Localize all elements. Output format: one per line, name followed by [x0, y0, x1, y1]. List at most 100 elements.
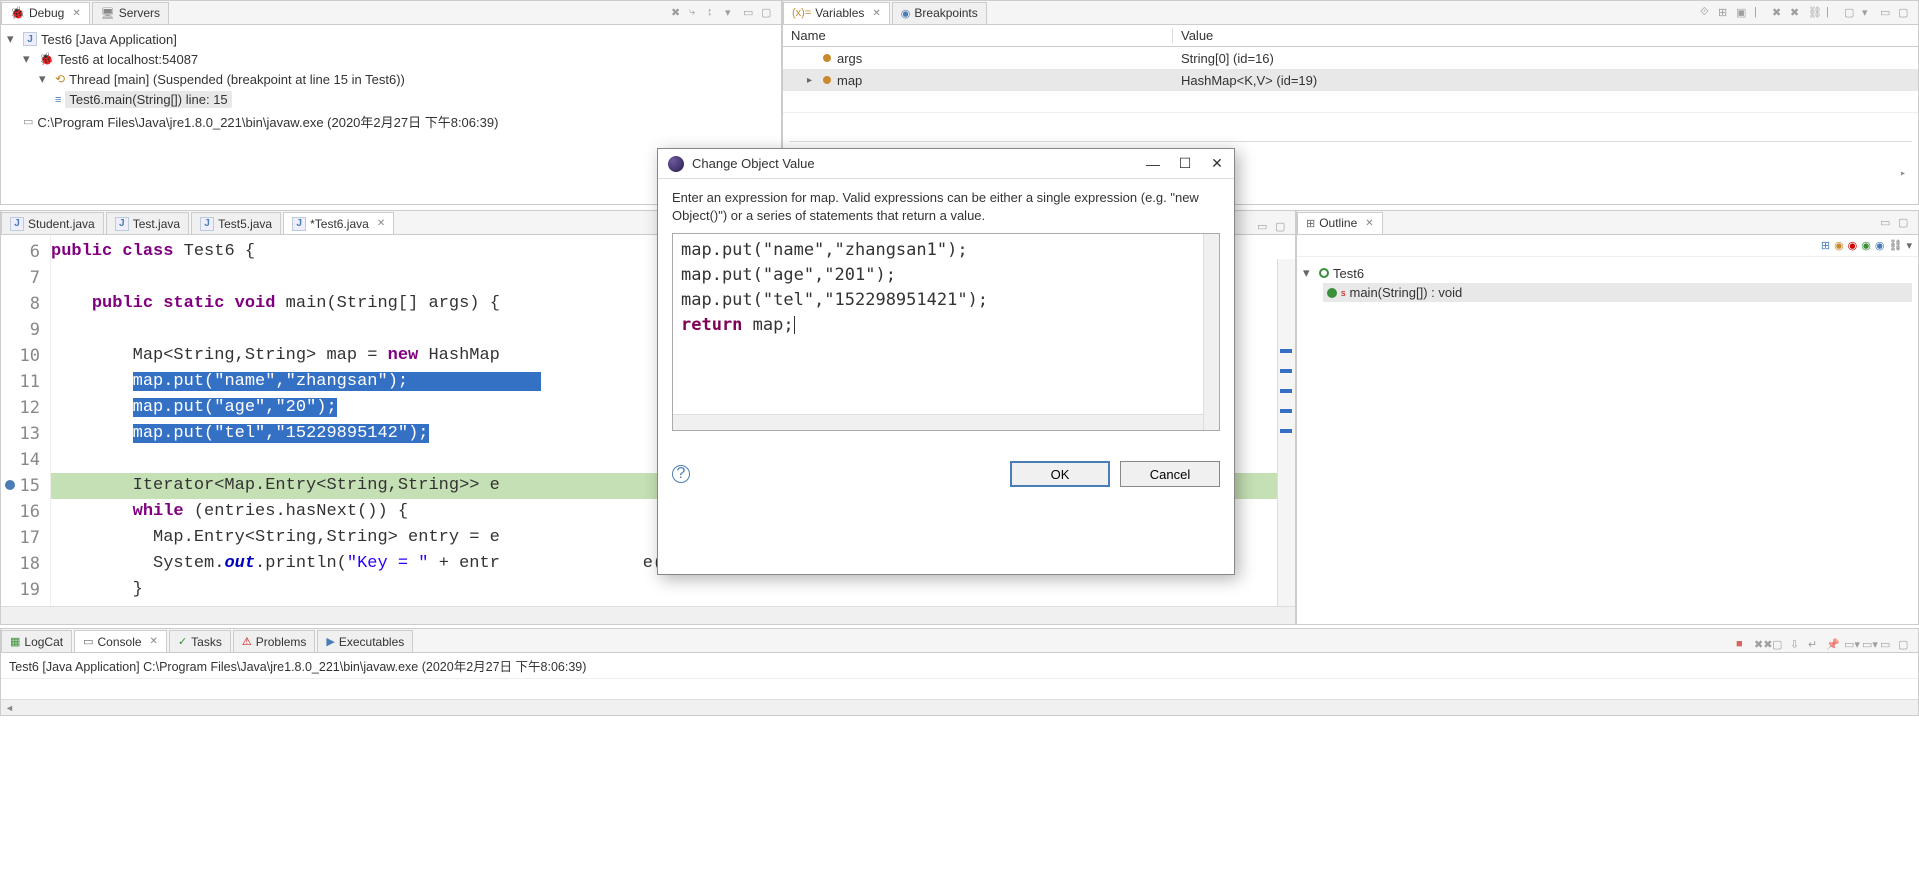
ruler-mark[interactable] — [1280, 389, 1292, 393]
maximize-icon[interactable]: ▢ — [1898, 638, 1912, 652]
close-icon[interactable]: ✕ — [872, 8, 880, 19]
minimize-icon[interactable]: ▭ — [1880, 216, 1894, 230]
menu-icon[interactable]: ▾ — [1862, 6, 1876, 20]
tab-logcat[interactable]: ▦LogCat — [1, 630, 72, 652]
open-console-icon[interactable]: ▭▾ — [1862, 638, 1876, 652]
maximize-icon[interactable]: ▢ — [761, 6, 775, 20]
breakpoint-marker[interactable]: 15 — [1, 473, 40, 499]
outline-panel: ⊞ Outline ✕ ▭ ▢ ⊞ ◉ ◉ ◉ ◉ ⛓ ▾ ▾ Test6 s … — [1296, 210, 1919, 625]
vars-row-map[interactable]: ▸ map HashMap<K,V> (id=19) — [783, 69, 1918, 91]
link-icon[interactable]: ⛓ — [1808, 6, 1822, 20]
vertical-scrollbar[interactable] — [1203, 234, 1219, 430]
maximize-icon[interactable]: ▢ — [1898, 216, 1912, 230]
filter-icon[interactable]: ↕ — [707, 6, 721, 20]
menu-icon[interactable]: ▾ — [725, 6, 739, 20]
add-icon[interactable]: ✖ — [1772, 6, 1786, 20]
chevron-down-icon[interactable]: ▾ — [39, 71, 51, 87]
remove-terminated-icon[interactable]: ✖ — [671, 6, 685, 20]
chevron-down-icon[interactable]: ▾ — [7, 31, 19, 47]
close-icon[interactable]: ✕ — [377, 218, 385, 229]
console-scrollbar[interactable] — [1, 699, 1918, 715]
tab-console[interactable]: ▭Console✕ — [74, 630, 167, 652]
debug-thread-row[interactable]: ▾ ⟲ Thread [main] (Suspended (breakpoint… — [7, 69, 775, 89]
close-icon[interactable]: ✕ — [1365, 218, 1373, 229]
minimize-icon[interactable]: ▭ — [1880, 6, 1894, 20]
minimize-icon[interactable]: ▭ — [743, 6, 757, 20]
debug-stack-row[interactable]: ≡ Test6.main(String[]) line: 15 — [7, 89, 775, 110]
new-icon[interactable]: ▢ — [1844, 6, 1858, 20]
outline-method[interactable]: s main(String[]) : void — [1323, 283, 1912, 302]
col-name[interactable]: Name — [783, 28, 1173, 43]
chevron-down-icon[interactable]: ▾ — [23, 51, 35, 67]
scroll-hint-icon[interactable]: ▸ — [1900, 168, 1906, 179]
tab-tasks[interactable]: ✓Tasks — [169, 630, 231, 652]
debug-process-label: C:\Program Files\Java\jre1.8.0_221\bin\j… — [37, 112, 498, 131]
dialog-titlebar[interactable]: Change Object Value ― ☐ ✕ — [658, 149, 1234, 179]
overview-ruler[interactable] — [1277, 259, 1295, 606]
scroll-lock-icon[interactable]: ⇩ — [1790, 638, 1804, 652]
link-icon[interactable]: ⛓ — [1889, 239, 1903, 252]
help-button[interactable]: ? — [672, 465, 690, 483]
sort-icon[interactable]: ⊞ — [1821, 239, 1830, 252]
tab-test-java[interactable]: JTest.java — [106, 212, 189, 234]
debug-launch-row[interactable]: ▾ J Test6 [Java Application] — [7, 29, 775, 49]
tab-test6-java[interactable]: J*Test6.java✕ — [283, 212, 394, 234]
tab-label: Executables — [339, 635, 404, 649]
collapse-icon[interactable]: ▣ — [1736, 6, 1750, 20]
tab-student-java[interactable]: JStudent.java — [1, 212, 104, 234]
terminate-icon[interactable]: ■ — [1736, 638, 1750, 652]
outline-tree[interactable]: ▾ Test6 s main(String[]) : void — [1297, 257, 1918, 308]
debug-target-row[interactable]: ▾ 🐞 Test6 at localhost:54087 — [7, 49, 775, 69]
hide-fields-icon[interactable]: ◉ — [1834, 239, 1844, 252]
ruler-mark[interactable] — [1280, 349, 1292, 353]
chevron-down-icon[interactable]: ▾ — [1303, 265, 1315, 281]
logical-icon[interactable]: ⊞ — [1718, 6, 1732, 20]
clear-icon[interactable]: ▢ — [1772, 638, 1786, 652]
minimize-button[interactable]: ― — [1146, 157, 1160, 171]
ruler-mark[interactable] — [1280, 409, 1292, 413]
close-icon[interactable]: ✕ — [72, 8, 80, 19]
tab-outline[interactable]: ⊞ Outline ✕ — [1297, 212, 1383, 234]
vars-row-args[interactable]: args String[0] (id=16) — [783, 47, 1918, 69]
tab-label: LogCat — [24, 635, 63, 649]
maximize-button[interactable]: ☐ — [1178, 157, 1192, 171]
expression-content[interactable]: map.put("name","zhangsan1"); map.put("ag… — [673, 234, 1219, 342]
col-value[interactable]: Value — [1173, 28, 1918, 43]
tab-problems[interactable]: ⚠Problems — [233, 630, 316, 652]
display-icon[interactable]: ▭▾ — [1844, 638, 1858, 652]
maximize-icon[interactable]: ▢ — [1275, 220, 1289, 234]
maximize-icon[interactable]: ▢ — [1898, 6, 1912, 20]
horizontal-scrollbar[interactable] — [1, 606, 1295, 624]
tab-breakpoints[interactable]: ◉ Breakpoints — [892, 2, 987, 24]
ruler-mark[interactable] — [1280, 429, 1292, 433]
hide-static-icon[interactable]: ◉ — [1848, 239, 1858, 252]
remove-icon[interactable]: ✖ — [1790, 6, 1804, 20]
word-wrap-icon[interactable]: ↵ — [1808, 638, 1822, 652]
tab-servers[interactable]: 🖥 Servers — [92, 2, 169, 24]
expression-textarea[interactable]: map.put("name","zhangsan1"); map.put("ag… — [672, 233, 1220, 431]
console-body[interactable] — [1, 679, 1918, 699]
tab-executables[interactable]: ▶Executables — [317, 630, 413, 652]
type-icon[interactable]: ⟐ — [1700, 6, 1714, 20]
menu-icon[interactable]: ▾ — [1906, 239, 1912, 252]
horizontal-scrollbar[interactable] — [673, 414, 1203, 430]
minimize-icon[interactable]: ▭ — [1257, 220, 1271, 234]
hide-local-icon[interactable]: ◉ — [1875, 239, 1885, 252]
outline-class[interactable]: ▾ Test6 — [1303, 263, 1912, 283]
hide-nonpublic-icon[interactable]: ◉ — [1861, 239, 1871, 252]
ruler-mark[interactable] — [1280, 369, 1292, 373]
line-gutter[interactable]: 67891011121314151617181920 — [1, 235, 51, 624]
ok-button[interactable]: OK — [1010, 461, 1110, 487]
remove-all-icon[interactable]: ✖✖ — [1754, 638, 1768, 652]
step-icon[interactable]: ⤷ — [689, 6, 703, 20]
close-button[interactable]: ✕ — [1210, 157, 1224, 171]
close-icon[interactable]: ✕ — [150, 636, 158, 647]
tab-debug[interactable]: 🐞 Debug ✕ — [1, 2, 90, 24]
chevron-right-icon[interactable]: ▸ — [807, 75, 817, 86]
minimize-icon[interactable]: ▭ — [1880, 638, 1894, 652]
tab-variables[interactable]: (x)= Variables ✕ — [783, 2, 890, 24]
cancel-button[interactable]: Cancel — [1120, 461, 1220, 487]
pin-icon[interactable]: 📌 — [1826, 638, 1840, 652]
debug-process-row[interactable]: ▭ C:\Program Files\Java\jre1.8.0_221\bin… — [7, 110, 775, 133]
tab-test5-java[interactable]: JTest5.java — [191, 212, 281, 234]
